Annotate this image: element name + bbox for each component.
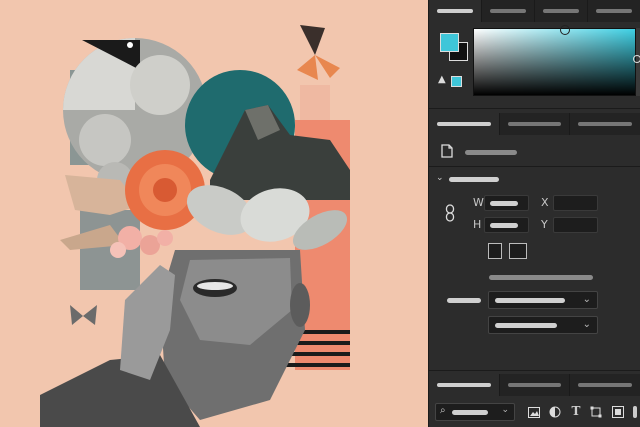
blend-label [447, 298, 481, 303]
hue-slider-handle[interactable] [633, 55, 640, 63]
x-label: X [541, 196, 549, 209]
link-icon[interactable] [441, 204, 459, 222]
panel-divider [429, 370, 640, 371]
align-section-header [489, 275, 593, 280]
layer-filter-select[interactable]: ⌕ ⌄ [435, 403, 515, 421]
document-canvas[interactable] [0, 0, 428, 427]
image-icon[interactable] [525, 403, 543, 421]
properties-panel-tabs [429, 113, 640, 135]
layer-type-label [465, 150, 517, 155]
text-tool-icon[interactable]: T [567, 402, 585, 420]
x-field[interactable] [553, 195, 598, 211]
height-field[interactable] [484, 217, 529, 233]
color-picker-field[interactable] [473, 28, 636, 96]
app-window: ▲ ⌄ W X H Y ⌄ ⌄ ⌕ ⌄ T [0, 0, 640, 427]
more-icon[interactable] [633, 406, 637, 418]
y-field[interactable] [553, 217, 598, 233]
panel-divider [429, 108, 640, 109]
color-panel-tabs [429, 0, 640, 22]
tab-swatches[interactable] [482, 0, 535, 22]
tab-adjustments[interactable] [500, 113, 571, 135]
y-label: Y [541, 218, 548, 231]
tab-libraries[interactable] [570, 113, 640, 135]
chevron-down-icon[interactable]: ⌄ [436, 173, 444, 183]
tab-patterns[interactable] [588, 0, 640, 22]
height-label: H [473, 218, 482, 231]
width-field[interactable] [484, 195, 529, 211]
tab-layers[interactable] [429, 374, 500, 396]
color-picker-cursor[interactable] [560, 25, 570, 35]
side-panel: ▲ ⌄ W X H Y ⌄ ⌄ ⌕ ⌄ T [428, 0, 640, 427]
warning-icon[interactable]: ▲ [438, 74, 446, 85]
web-safe-swatch[interactable] [451, 76, 462, 87]
tab-properties[interactable] [429, 113, 500, 135]
tab-gradients[interactable] [535, 0, 588, 22]
width-label: W [473, 196, 484, 209]
opacity-select[interactable]: ⌄ [488, 316, 598, 334]
flip-vertical-button[interactable] [509, 243, 527, 259]
search-icon: ⌕ [440, 405, 446, 416]
collage-artwork [0, 0, 428, 427]
tab-channels[interactable] [500, 374, 571, 396]
blend-mode-select[interactable]: ⌄ [488, 291, 598, 309]
document-icon [438, 142, 456, 160]
shape-icon[interactable] [609, 403, 627, 421]
transform-section-header [449, 177, 499, 182]
tab-paths[interactable] [570, 374, 640, 396]
flip-horizontal-button[interactable] [488, 243, 502, 259]
transform-icon[interactable] [587, 403, 605, 421]
foreground-color-swatch[interactable] [440, 33, 459, 52]
panel-divider [429, 166, 640, 167]
layers-panel-tabs [429, 374, 640, 396]
tab-color[interactable] [429, 0, 482, 22]
adjustment-icon[interactable] [546, 403, 564, 421]
